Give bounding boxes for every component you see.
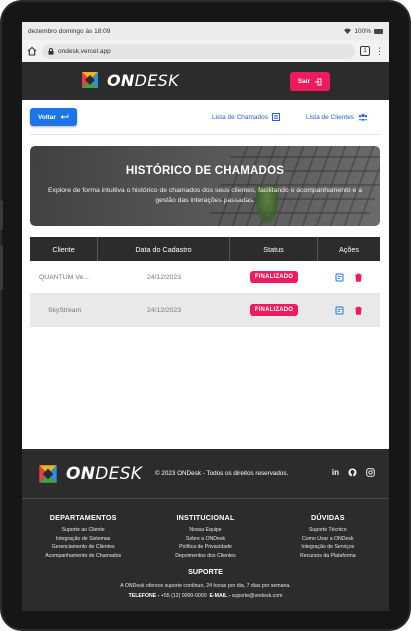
cell-client: SkyStream xyxy=(48,306,82,314)
status-badge: FINALIZADO xyxy=(249,271,299,283)
site-footer: ONDESK © 2023 ONDesk - Todos os direitos… xyxy=(22,449,389,611)
footer-support: SUPORTE A ONDesk oferece suporte contínu… xyxy=(22,567,389,601)
screen: dezembro domingo às 18:09 100% ondesk.ve… xyxy=(22,22,389,611)
list-icon xyxy=(272,113,281,121)
status-time: dezembro domingo às 18:09 xyxy=(28,27,111,35)
footer-link[interactable]: Acompanhamento de Chamados xyxy=(22,552,144,561)
cell-status: FINALIZADO xyxy=(230,261,318,293)
users-icon xyxy=(358,113,369,121)
footer-logo[interactable]: ONDESK xyxy=(36,462,142,486)
column-data-cadastro: Data do Cadastro xyxy=(98,237,230,261)
battery-icon xyxy=(374,28,383,34)
linkedin-icon[interactable]: in xyxy=(332,468,339,477)
instagram-icon[interactable] xyxy=(366,468,375,477)
edit-icon[interactable] xyxy=(335,306,344,315)
tab-switcher-button[interactable]: 1 xyxy=(360,46,370,56)
footer-col-institucional: INSTITUCIONAL Nossa Equipe Sobre a ONDes… xyxy=(144,513,266,560)
copyright-text: © 2023 ONDesk - Todos os direitos reserv… xyxy=(155,470,289,477)
footer-link[interactable]: Suporte ao Cliente xyxy=(22,526,144,535)
logout-icon xyxy=(315,78,322,85)
footer-link[interactable]: Integração de Sistemas xyxy=(22,535,144,544)
cell-status: FINALIZADO xyxy=(230,294,318,326)
status-badge: FINALIZADO xyxy=(249,304,299,316)
tablet-frame: dezembro domingo às 18:09 100% ondesk.ve… xyxy=(0,0,411,631)
logo-wordmark: ONDESK xyxy=(107,70,179,90)
table-row: SkyStream 24/12/2023 FINALIZADO xyxy=(30,294,380,327)
footer-link[interactable]: Como Usar a ONDesk xyxy=(267,535,389,544)
url-field[interactable]: ondesk.vercel.app xyxy=(42,43,355,59)
footer-link[interactable]: Sobre a ONDesk xyxy=(144,535,266,544)
trash-icon[interactable] xyxy=(354,306,363,315)
logout-label: Sair xyxy=(297,78,311,85)
cell-actions xyxy=(318,261,380,293)
status-bar: dezembro domingo às 18:09 100% xyxy=(22,22,389,40)
tickets-table: Cliente Data do Cadastro Status Ações QU… xyxy=(30,237,380,327)
phone-label: TELEFONE - xyxy=(128,593,160,599)
link-lista-clientes[interactable]: Lista de Clientes xyxy=(306,113,369,121)
footer-link[interactable]: Política de Privacidade xyxy=(144,543,266,552)
power-button xyxy=(0,245,3,290)
browser-address-bar: ondesk.vercel.app 1 ⋮ xyxy=(22,40,389,62)
footer-link[interactable]: Integração de Serviços xyxy=(267,543,389,552)
footer-col-departamentos: DEPARTAMENTOS Suporte ao Cliente Integra… xyxy=(22,513,144,560)
table-header: Cliente Data do Cadastro Status Ações xyxy=(30,237,380,261)
cell-client: QUANTUM Ve... xyxy=(39,273,89,281)
logo-mark-icon xyxy=(39,465,57,483)
footer-col-title: INSTITUCIONAL xyxy=(176,513,235,522)
email-label: E-MAIL - xyxy=(209,593,231,599)
ondesk-logo[interactable]: ONDESK xyxy=(79,69,179,91)
column-status: Status xyxy=(230,237,318,261)
battery-percent: 100% xyxy=(354,27,371,35)
footer-link[interactable]: Nossa Equipe xyxy=(144,526,266,535)
footer-link[interactable]: Gerenciamento de Clientes xyxy=(22,543,144,552)
url-text: ondesk.vercel.app xyxy=(58,47,111,55)
footer-col-title: DÚVIDAS xyxy=(310,513,345,522)
home-icon[interactable] xyxy=(27,46,37,56)
support-title: SUPORTE xyxy=(188,567,223,576)
volume-button xyxy=(0,200,3,230)
footer-col-title: DEPARTAMENTOS xyxy=(49,513,117,522)
footer-link[interactable]: Recursos da Plataforma xyxy=(267,552,389,561)
toolbar-divider xyxy=(30,134,381,135)
footer-link[interactable]: Depoimentos dos Clientes xyxy=(144,552,266,561)
link-clientes-label: Lista de Clientes xyxy=(306,113,355,121)
wifi-icon xyxy=(344,28,352,34)
back-label: Voltar xyxy=(38,113,56,121)
app-header: ONDESK Sair xyxy=(22,62,389,100)
hero-banner: HISTÓRICO DE CHAMADOS Explore de forma i… xyxy=(30,146,380,226)
link-lista-chamados[interactable]: Lista de Chamados xyxy=(212,113,281,121)
table-row: QUANTUM Ve... 24/12/2023 FINALIZADO xyxy=(30,261,380,294)
github-icon[interactable] xyxy=(348,468,357,477)
phone-value: +55 (12) 0000-0000 xyxy=(160,593,207,599)
link-chamados-label: Lista de Chamados xyxy=(212,113,269,121)
status-indicators: 100% xyxy=(344,28,383,35)
column-cliente: Cliente xyxy=(30,237,98,261)
trash-icon[interactable] xyxy=(354,273,363,282)
back-button[interactable]: Voltar xyxy=(30,108,77,126)
browser-menu-icon[interactable]: ⋮ xyxy=(375,46,384,56)
cell-actions xyxy=(318,294,380,326)
footer-top: ONDESK © 2023 ONDesk - Todos os direitos… xyxy=(22,449,389,499)
lock-icon xyxy=(48,47,54,55)
page-toolbar: Voltar Lista de Chamados Lista de Client… xyxy=(22,100,389,135)
return-arrow-icon xyxy=(60,114,69,119)
edit-icon[interactable] xyxy=(335,273,344,282)
support-text: A ONDesk oferece suporte contínuo, 24 ho… xyxy=(120,583,291,589)
page-title: HISTÓRICO DE CHAMADOS xyxy=(125,165,285,177)
footer-link[interactable]: Suporte Técnico xyxy=(267,526,389,535)
footer-col-duvidas: DÚVIDAS Suporte Técnico Como Usar a ONDe… xyxy=(267,513,389,560)
social-links: in xyxy=(332,468,375,477)
cell-date: 24/12/2023 xyxy=(146,273,182,281)
footer-columns: DEPARTAMENTOS Suporte ao Cliente Integra… xyxy=(22,513,389,560)
email-value[interactable]: suporte@ondesk.com xyxy=(232,593,283,599)
footer-wordmark: ONDESK xyxy=(66,464,143,484)
column-acoes: Ações xyxy=(339,244,359,254)
cell-date: 24/12/2023 xyxy=(146,306,182,314)
logo-mark-icon xyxy=(82,72,98,88)
hero-description: Explore de forma intuitiva o histórico d… xyxy=(48,187,362,204)
logout-button[interactable]: Sair xyxy=(290,72,330,91)
support-contacts: TELEFONE - +55 (12) 0000-0000 E-MAIL - s… xyxy=(22,591,389,601)
